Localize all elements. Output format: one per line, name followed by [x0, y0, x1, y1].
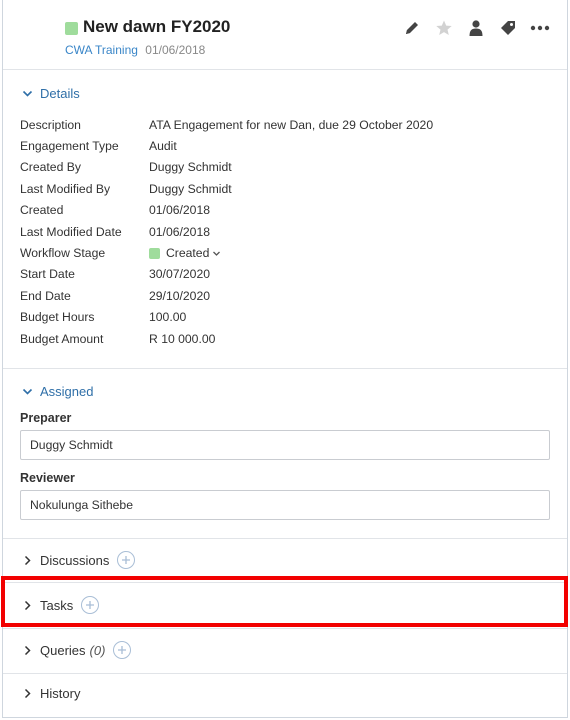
detail-row: Last Modified By Duggy Schmidt: [20, 178, 433, 199]
stage-status-indicator: [149, 247, 160, 259]
section-divider: [3, 628, 567, 629]
detail-label: Last Modified By: [20, 181, 111, 196]
history-section-toggle[interactable]: History: [20, 686, 80, 701]
detail-label: Created By: [20, 160, 81, 175]
preparer-label: Preparer: [20, 411, 72, 425]
section-divider: [3, 538, 567, 539]
detail-value: 01/06/2018: [149, 224, 210, 239]
discussions-heading: Discussions: [40, 552, 110, 568]
detail-label: Workflow Stage: [20, 246, 106, 261]
detail-label: Description: [20, 117, 81, 132]
chevron-down-icon: [20, 87, 34, 101]
add-task-button[interactable]: [81, 596, 100, 614]
detail-label: Engagement Type: [20, 139, 119, 154]
header-date: 01/06/2018: [145, 43, 206, 57]
detail-value: Audit: [149, 139, 177, 154]
details-section-toggle[interactable]: Details: [20, 86, 80, 101]
section-divider: [3, 673, 567, 674]
detail-row: End Date 29/10/2020: [20, 285, 433, 306]
add-query-button[interactable]: [113, 641, 132, 659]
discussions-section-toggle[interactable]: Discussions: [20, 551, 136, 569]
preparer-field[interactable]: Duggy Schmidt: [20, 430, 550, 460]
reviewer-label: Reviewer: [20, 471, 75, 485]
header-subtitle: CWA Training 01/06/2018: [65, 43, 205, 57]
queries-heading: Queries: [40, 642, 86, 658]
assigned-section-toggle[interactable]: Assigned: [20, 384, 93, 399]
details-table: Description ATA Engagement for new Dan, …: [20, 114, 433, 349]
workflow-stage-value: Created: [166, 246, 210, 261]
section-divider: [3, 368, 567, 369]
detail-label: End Date: [20, 288, 71, 303]
detail-label: Last Modified Date: [20, 224, 122, 239]
queries-section-toggle[interactable]: Queries (0): [20, 641, 132, 659]
detail-row: Last Modified Date 01/06/2018: [20, 221, 433, 242]
client-link[interactable]: CWA Training: [65, 43, 138, 57]
assigned-heading: Assigned: [40, 384, 94, 399]
history-heading: History: [40, 686, 81, 701]
add-discussion-button[interactable]: [117, 551, 136, 569]
detail-row: Workflow Stage Created: [20, 242, 433, 263]
workflow-stage-dropdown[interactable]: Created: [149, 246, 221, 260]
detail-row: Engagement Type Audit: [20, 135, 433, 156]
detail-value: 30/07/2020: [149, 267, 210, 282]
chevron-right-icon: [20, 643, 34, 657]
detail-value: 100.00: [149, 310, 187, 325]
section-divider: [3, 582, 567, 583]
detail-row: Description ATA Engagement for new Dan, …: [20, 114, 433, 135]
status-indicator: [65, 22, 78, 35]
detail-value: 01/06/2018: [149, 203, 210, 218]
detail-value: ATA Engagement for new Dan, due 29 Octob…: [149, 117, 434, 132]
details-heading: Details: [40, 86, 80, 101]
chevron-down-icon: [20, 385, 34, 399]
page-title: New dawn FY2020: [83, 17, 231, 36]
detail-label: Budget Amount: [20, 331, 104, 346]
chevron-right-icon: [20, 598, 34, 612]
chevron-right-icon: [20, 553, 34, 567]
pencil-icon[interactable]: [401, 17, 423, 39]
detail-row: Created By Duggy Schmidt: [20, 157, 433, 178]
detail-row: Start Date 30/07/2020: [20, 264, 433, 285]
panel-header: New dawn FY2020 CWA Training 01/06/2018: [3, 0, 567, 70]
detail-row: Created 01/06/2018: [20, 200, 433, 221]
tag-icon[interactable]: [497, 17, 519, 39]
detail-value: R 10 000.00: [149, 331, 216, 346]
chevron-down-icon: [212, 249, 221, 258]
chevron-right-icon: [20, 687, 34, 701]
engagement-panel: New dawn FY2020 CWA Training 01/06/2018: [2, 0, 568, 718]
tasks-section-toggle[interactable]: Tasks: [20, 596, 100, 614]
user-icon[interactable]: [465, 17, 487, 39]
detail-row: Budget Amount R 10 000.00: [20, 328, 433, 349]
tasks-heading: Tasks: [40, 597, 74, 613]
detail-value: 29/10/2020: [149, 288, 210, 303]
detail-value: Duggy Schmidt: [149, 181, 232, 196]
detail-label: Budget Hours: [20, 310, 95, 325]
detail-value: Duggy Schmidt: [149, 160, 232, 175]
queries-count: (0): [89, 642, 106, 658]
more-icon[interactable]: [529, 17, 551, 39]
header-toolbar: [401, 17, 551, 39]
detail-label: Created: [20, 203, 64, 218]
detail-label: Start Date: [20, 267, 75, 282]
reviewer-field[interactable]: Nokulunga Sithebe: [20, 490, 550, 520]
detail-row: Budget Hours 100.00: [20, 307, 433, 328]
star-icon[interactable]: [433, 17, 455, 39]
